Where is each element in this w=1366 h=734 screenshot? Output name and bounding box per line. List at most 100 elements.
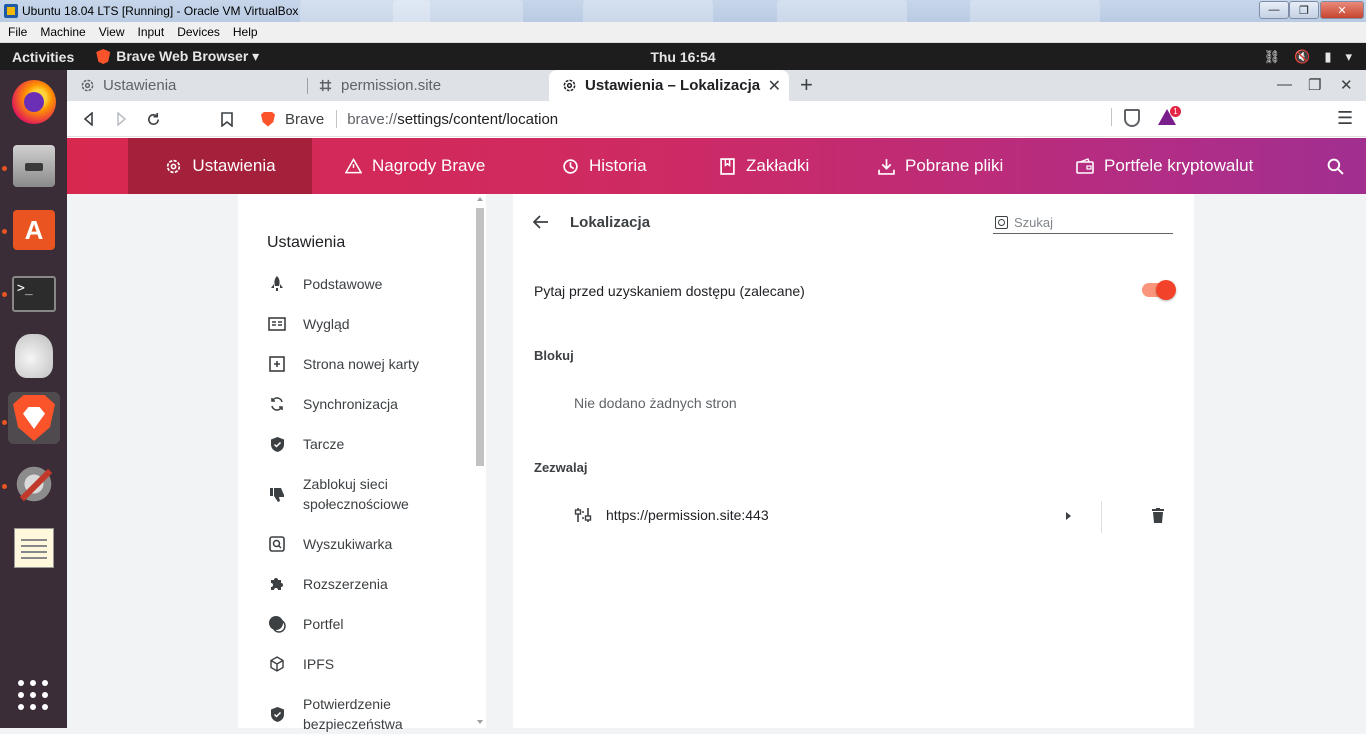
system-tray[interactable]: ⛓ 🔇 ▮ ▾ [1264, 49, 1352, 65]
gear-icon [561, 78, 577, 94]
nav-rewards[interactable]: Nagrody Brave [344, 138, 485, 194]
gear-icon [79, 78, 95, 94]
url-brave-label: Brave [285, 110, 325, 128]
clock[interactable]: Thu 16:54 [650, 49, 715, 65]
browser-minimize-button[interactable]: — [1277, 76, 1292, 93]
app-menu[interactable]: Brave Web Browser ▾ [96, 48, 259, 65]
scroll-down-arrow-icon[interactable] [477, 720, 483, 724]
terminal-icon: >_ [12, 276, 56, 312]
back-arrow-icon[interactable] [532, 212, 549, 235]
reload-button[interactable] [142, 108, 164, 130]
back-button[interactable] [78, 108, 100, 130]
main-menu-icon[interactable]: ☰ [1337, 108, 1353, 129]
browser-close-button[interactable]: ✕ [1340, 76, 1353, 94]
brave-icon [13, 395, 55, 441]
sidebar-item-social-blocking[interactable]: Zablokuj sieci społecznościowe [267, 474, 409, 514]
chevron-down-icon[interactable]: ▾ [1345, 49, 1352, 65]
maximize-window-button[interactable]: ❐ [1289, 1, 1319, 19]
dock-text-editor[interactable] [8, 522, 60, 574]
sidebar-item-search-engine[interactable]: Wyszukiwarka [267, 534, 392, 554]
sidebar-item-text: Zablokuj sieci społecznościowe [303, 474, 409, 514]
scrollbar-thumb[interactable] [476, 208, 484, 466]
dock-firefox[interactable] [8, 76, 60, 128]
new-tab-button[interactable]: + [800, 74, 813, 96]
allowed-site-row[interactable]: https://permission.site:443 [574, 499, 1174, 535]
tools-icon [12, 462, 56, 506]
close-tab-icon[interactable]: ✕ [768, 76, 781, 96]
menu-view[interactable]: View [99, 25, 125, 39]
menu-file[interactable]: File [8, 25, 27, 39]
running-indicator [2, 484, 7, 489]
address-bar[interactable]: Brave brave:// settings/content/location [249, 105, 1249, 133]
nav-crypto-wallets[interactable]: Portfele kryptowalut [1076, 138, 1253, 194]
brave-shields-icon[interactable] [1124, 109, 1140, 127]
dock-terminal[interactable]: >_ [8, 268, 60, 320]
nav-downloads[interactable]: Pobrane pliki [877, 138, 1003, 194]
dock-software[interactable]: A [8, 204, 60, 256]
row-divider [1101, 501, 1102, 533]
sidebar-item-shields[interactable]: Tarcze [267, 434, 344, 454]
sidebar-item-wallet[interactable]: Portfel [267, 614, 343, 634]
chevron-right-icon[interactable] [1066, 512, 1071, 520]
menu-help[interactable]: Help [233, 25, 258, 39]
search-icon [267, 534, 287, 554]
bookmark-button[interactable] [216, 108, 238, 130]
sidebar-item-label: Podstawowe [303, 276, 383, 292]
close-window-button[interactable]: ✕ [1320, 1, 1364, 19]
volume-icon[interactable]: 🔇 [1294, 49, 1310, 65]
allowed-site-url[interactable]: https://permission.site:443 [606, 507, 769, 523]
rocket-icon [267, 274, 287, 294]
history-icon [561, 157, 579, 175]
nav-settings[interactable]: Ustawienia [128, 138, 312, 194]
app-menu-label: Brave Web Browser ▾ [116, 48, 260, 64]
cube-icon [267, 654, 287, 674]
sidebar-item-appearance[interactable]: Wygląd [267, 314, 350, 334]
sidebar-item-ipfs[interactable]: IPFS [267, 654, 334, 674]
sidebar-item-new-tab-page[interactable]: Strona nowej karty [267, 354, 419, 374]
dock-brave[interactable] [8, 392, 60, 444]
battery-icon[interactable]: ▮ [1324, 49, 1331, 65]
browser-restore-button[interactable]: ❐ [1308, 76, 1321, 94]
search-input[interactable] [1014, 215, 1164, 230]
nav-search-button[interactable] [1326, 138, 1354, 194]
sidebar-item-basic[interactable]: Podstawowe [267, 274, 382, 294]
sidebar-item-security-check[interactable]: Potwierdzenie bezpieczeństwa [267, 694, 403, 734]
brave-logo-icon [261, 111, 275, 127]
tab-location-settings[interactable]: Ustawienia – Lokalizacja ✕ [549, 70, 789, 101]
scroll-up-arrow-icon[interactable] [477, 197, 483, 201]
minimize-window-button[interactable]: — [1259, 1, 1289, 19]
sidebar-item-sync[interactable]: Synchronizacja [267, 394, 398, 414]
dock-settings[interactable] [8, 458, 60, 510]
settings-search[interactable] [993, 212, 1173, 234]
puzzle-icon [267, 574, 287, 594]
nav-history[interactable]: Historia [561, 138, 647, 194]
network-icon[interactable]: ⛓ [1264, 49, 1281, 65]
settings-content: Ustawienia Podstawowe Wygląd Strona nowe… [67, 194, 1366, 732]
firefox-icon [12, 80, 56, 124]
sync-icon [267, 394, 287, 414]
activities-button[interactable]: Activities [12, 49, 74, 65]
jug-icon [15, 334, 53, 378]
ask-before-access-toggle[interactable] [1142, 280, 1176, 300]
menu-input[interactable]: Input [138, 25, 165, 39]
location-settings-panel: Lokalizacja Pytaj przed uzyskaniem dostę… [513, 194, 1194, 728]
allow-section-heading: Zezwalaj [534, 460, 588, 475]
forward-button[interactable] [110, 108, 132, 130]
trash-icon[interactable] [1152, 508, 1164, 523]
nav-bookmarks[interactable]: Zakładki [718, 138, 809, 194]
sidebar-item-extensions[interactable]: Rozszerzenia [267, 574, 388, 594]
running-indicator [2, 292, 7, 297]
menu-machine[interactable]: Machine [40, 25, 85, 39]
tab-settings[interactable]: Ustawienia [67, 70, 305, 101]
virtualbox-icon [4, 4, 18, 18]
sidebar-item-label: IPFS [303, 656, 335, 672]
tab-permission-site[interactable]: permission.site [305, 70, 549, 101]
menu-devices[interactable]: Devices [177, 25, 220, 39]
running-indicator [2, 420, 7, 425]
show-applications-icon[interactable] [18, 680, 48, 710]
dock-jug-app[interactable] [8, 330, 60, 382]
dock-files[interactable] [8, 140, 60, 192]
sidebar-scrollbar[interactable] [474, 194, 486, 728]
toolbar-separator [1111, 108, 1112, 126]
sidebar-item-label: Portfel [303, 616, 344, 632]
